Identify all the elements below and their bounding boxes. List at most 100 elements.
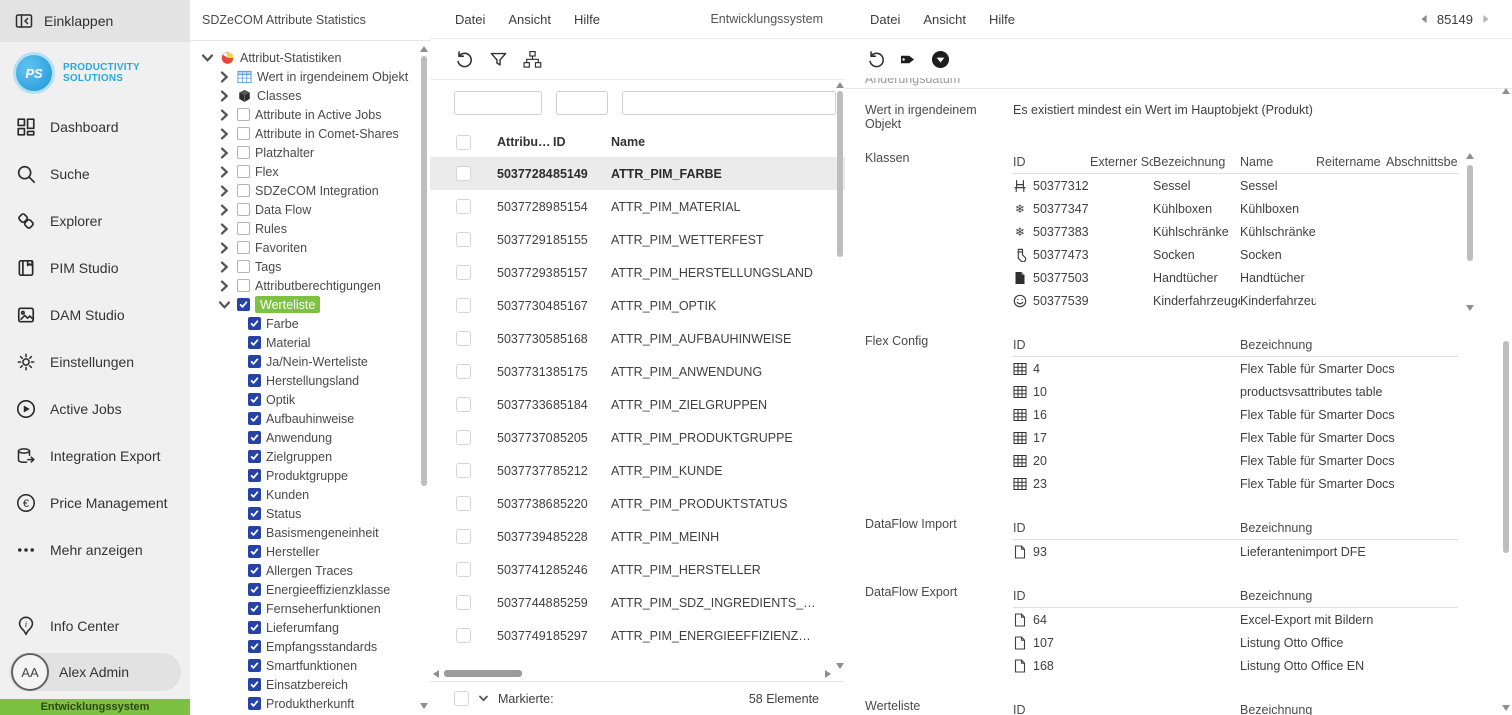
tree-node-checkbox[interactable] <box>248 374 261 387</box>
scrollbar-thumb[interactable] <box>421 56 427 486</box>
row-checkbox[interactable] <box>456 430 471 445</box>
attribute-row-50377394[interactable]: 5037739485228ATTR_PIM_MEINH <box>430 520 845 553</box>
menu-item-hilfe[interactable]: Hilfe <box>574 12 600 27</box>
tree-node-hersteller[interactable]: Hersteller <box>190 542 430 561</box>
circle-down-button[interactable] <box>931 50 950 69</box>
scrollbar-thumb[interactable] <box>837 91 843 257</box>
tree-node-checkbox[interactable] <box>237 127 250 140</box>
tree-scrollbar[interactable] <box>420 46 428 709</box>
row-checkbox[interactable] <box>456 298 471 313</box>
column-bezeichnung[interactable]: Bezeichnung <box>1240 521 1458 535</box>
row-checkbox[interactable] <box>456 463 471 478</box>
tree-node-herstellungsland[interactable]: Herstellungsland <box>190 371 430 390</box>
tree-node-wert-in-irgendeinem-objekt[interactable]: Wert in irgendeinem Objekt <box>190 67 430 86</box>
tree-node-checkbox[interactable] <box>237 108 250 121</box>
tree-node-checkbox[interactable] <box>248 412 261 425</box>
tree-node-checkbox[interactable] <box>237 260 250 273</box>
tree-root-attribut-statistiken[interactable]: Attribut-Statistiken <box>190 48 430 67</box>
menu-item-ansicht[interactable]: Ansicht <box>508 12 551 27</box>
klassen-row-50377473[interactable]: 50377473SockenSocken <box>1013 243 1458 266</box>
scroll-right-icon[interactable] <box>825 670 831 678</box>
select-all-checkbox[interactable] <box>456 135 471 150</box>
klassen-scrollbar[interactable] <box>1466 153 1474 311</box>
sidebar-item-pim-studio[interactable]: PIM Studio <box>0 244 190 291</box>
sidebar-item-dam-studio[interactable]: DAM Studio <box>0 291 190 338</box>
column-attribut-id[interactable]: Attribut ID <box>497 135 553 149</box>
column-abschnittsbezeic[interactable]: Abschnittsbezeic <box>1386 155 1458 169</box>
klassen-row-50377383[interactable]: ❄50377383KühlschränkeKühlschränke <box>1013 220 1458 243</box>
tree-node-optik[interactable]: Optik <box>190 390 430 409</box>
scroll-down-icon[interactable] <box>1466 305 1474 311</box>
attribute-row-50377313[interactable]: 5037731385175ATTR_PIM_ANWENDUNG <box>430 355 845 388</box>
tree-node-checkbox[interactable] <box>248 469 261 482</box>
menu-item-datei[interactable]: Datei <box>870 12 900 27</box>
tree-node-checkbox[interactable] <box>248 545 261 558</box>
sidebar-item-einstellungen[interactable]: Einstellungen <box>0 338 190 385</box>
sidebar-item-active-jobs[interactable]: Active Jobs <box>0 385 190 432</box>
tree-node-aufbauhinweise[interactable]: Aufbauhinweise <box>190 409 430 428</box>
tree-node-checkbox[interactable] <box>248 507 261 520</box>
klassen-row-50377347[interactable]: ❄50377347KühlboxenKühlboxen <box>1013 197 1458 220</box>
tree-node-checkbox[interactable] <box>248 393 261 406</box>
tree-node-checkbox[interactable] <box>248 602 261 615</box>
tree-node-ja-nein-werteliste[interactable]: Ja/Nein-Werteliste <box>190 352 430 371</box>
table-row-16[interactable]: 16Flex Table für Smarter Docs <box>1013 403 1458 426</box>
tree-node-checkbox[interactable] <box>237 203 250 216</box>
tree-node-favoriten[interactable]: Favoriten <box>190 238 430 257</box>
tree-node-checkbox[interactable] <box>237 241 250 254</box>
scroll-up-icon[interactable] <box>1466 153 1474 159</box>
hierarchy-button[interactable] <box>523 50 542 69</box>
column-name[interactable]: Name <box>1240 155 1316 169</box>
tree-node-attributberechtigungen[interactable]: Attributberechtigungen <box>190 276 430 295</box>
sidebar-item-suche[interactable]: Suche <box>0 150 190 197</box>
table-row-10[interactable]: 10productsvsattributes table <box>1013 380 1458 403</box>
sidebar-item-price-management[interactable]: €Price Management <box>0 479 190 526</box>
menu-item-datei[interactable]: Datei <box>455 12 485 27</box>
tree-node-checkbox[interactable] <box>237 165 250 178</box>
tree-node-einsatzbereich[interactable]: Einsatzbereich <box>190 675 430 694</box>
column-filter-input-3[interactable] <box>622 91 836 115</box>
tree-node-checkbox[interactable] <box>248 526 261 539</box>
row-checkbox[interactable] <box>456 166 471 181</box>
column-name[interactable]: Name <box>611 135 819 149</box>
tree-node-smartfunktionen[interactable]: Smartfunktionen <box>190 656 430 675</box>
row-checkbox[interactable] <box>456 199 471 214</box>
attribute-row-50377305[interactable]: 5037730585168ATTR_PIM_AUFBAUHINWEISE <box>430 322 845 355</box>
tree-node-platzhalter[interactable]: Platzhalter <box>190 143 430 162</box>
tree-node-checkbox[interactable] <box>248 678 261 691</box>
column-filter-input-2[interactable] <box>556 91 608 115</box>
column-reitername[interactable]: Reitername <box>1316 155 1386 169</box>
marked-checkbox[interactable] <box>454 691 469 706</box>
row-checkbox[interactable] <box>456 628 471 643</box>
attribute-row-50377448[interactable]: 5037744885259ATTR_PIM_SDZ_INGREDIENTS_GU… <box>430 586 845 619</box>
tree-node-kunden[interactable]: Kunden <box>190 485 430 504</box>
tree-node-checkbox[interactable] <box>248 621 261 634</box>
row-checkbox[interactable] <box>456 562 471 577</box>
filter-button[interactable] <box>489 50 508 69</box>
column-bezeichnung[interactable]: Bezeichnung <box>1153 155 1240 169</box>
column-bezeichnung[interactable]: Bezeichnung <box>1240 703 1458 715</box>
tree-node-zielgruppen[interactable]: Zielgruppen <box>190 447 430 466</box>
column-id[interactable]: ID <box>1013 521 1240 535</box>
tree-node-status[interactable]: Status <box>190 504 430 523</box>
tree-node-sdzecom-integration[interactable]: SDZeCOM Integration <box>190 181 430 200</box>
tree-node-empfangsstandards[interactable]: Empfangsstandards <box>190 637 430 656</box>
tree-node-checkbox[interactable] <box>248 659 261 672</box>
sidebar-item-explorer[interactable]: Explorer <box>0 197 190 244</box>
sidebar-item-integration-export[interactable]: Integration Export <box>0 432 190 479</box>
row-checkbox[interactable] <box>456 496 471 511</box>
table-row-168[interactable]: 168Listung Otto Office EN <box>1013 654 1458 677</box>
scrollbar-thumb[interactable] <box>1503 341 1509 553</box>
attribute-row-50377336[interactable]: 5037733685184ATTR_PIM_ZIELGRUPPEN <box>430 388 845 421</box>
klassen-row-50377539[interactable]: 50377539KinderfahrzeugeKinderfahrzeuge <box>1013 289 1458 312</box>
scroll-up-icon[interactable] <box>836 82 844 88</box>
row-checkbox[interactable] <box>456 397 471 412</box>
attribute-row-50377293[interactable]: 5037729385157ATTR_PIM_HERSTELLUNGSLAND <box>430 256 845 289</box>
column-id[interactable]: ID <box>553 135 611 149</box>
column-id[interactable]: ID <box>1013 703 1240 715</box>
row-checkbox[interactable] <box>456 232 471 247</box>
row-checkbox[interactable] <box>456 529 471 544</box>
row-checkbox[interactable] <box>456 364 471 379</box>
column-id[interactable]: ID <box>1013 155 1090 169</box>
tree-node-lieferumfang[interactable]: Lieferumfang <box>190 618 430 637</box>
